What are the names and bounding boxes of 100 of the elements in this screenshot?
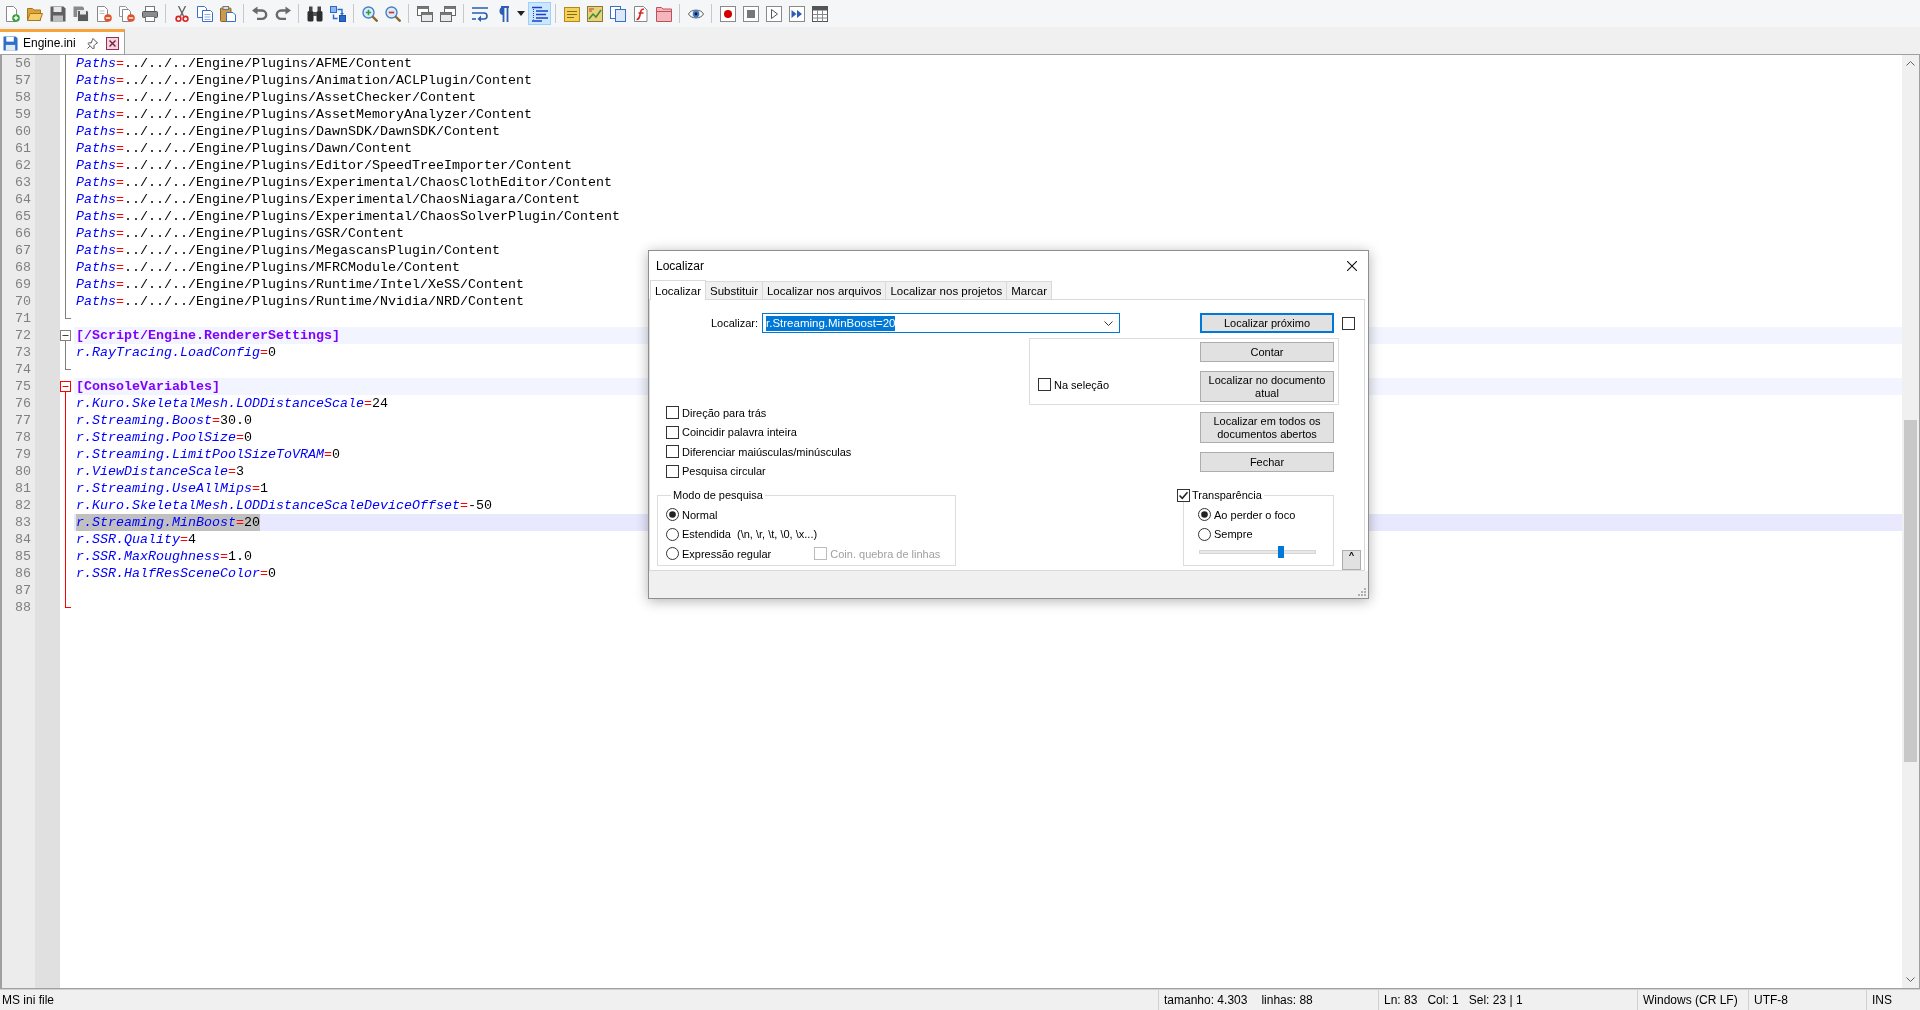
line-number: 83 xyxy=(15,514,31,531)
dialog-button[interactable]: Localizar no documento atual xyxy=(1200,371,1334,402)
line-ending[interactable]: Windows (CR LF) xyxy=(1643,993,1738,1007)
tab[interactable]: Marcar xyxy=(1006,281,1053,299)
dialog-button[interactable]: Contar xyxy=(1200,342,1334,362)
radio-label[interactable]: Ao perder o foco xyxy=(1214,508,1296,521)
group-label: Modo de pesquisa xyxy=(672,488,764,502)
line-number: 85 xyxy=(15,548,31,565)
slider-thumb[interactable] xyxy=(1277,546,1284,558)
line-count: linhas: 88 xyxy=(1261,993,1313,1007)
code-line: [/Script/Engine.RendererSettings] xyxy=(76,327,340,344)
cursor-line: Ln: 83 xyxy=(1384,993,1418,1007)
line-number: 60 xyxy=(15,123,31,140)
code-line: r.ViewDistanceScale=3 xyxy=(76,463,244,480)
checkbox[interactable] xyxy=(1038,378,1051,391)
line-number: 81 xyxy=(15,480,31,497)
line-number: 57 xyxy=(15,72,31,89)
code-line: Paths=../../../Engine/Plugins/AssetChecker/Content xyxy=(76,89,476,106)
checkbox-label[interactable]: Na seleção xyxy=(1054,378,1110,391)
encoding-label[interactable]: UTF-8 xyxy=(1754,993,1788,1007)
line-number: 72 xyxy=(15,327,31,344)
radio-button[interactable] xyxy=(1198,527,1211,541)
tab[interactable]: Substituir xyxy=(705,281,763,299)
line-number: 74 xyxy=(15,361,31,378)
line-number: 82 xyxy=(15,497,31,514)
line-number: 61 xyxy=(15,140,31,157)
checkbox[interactable] xyxy=(666,445,679,459)
radio-label[interactable]: Sempre xyxy=(1214,528,1253,541)
radio-button[interactable] xyxy=(1198,508,1211,522)
line-number: 76 xyxy=(15,395,31,412)
radio-label[interactable]: Normal xyxy=(682,508,718,521)
line-number: 88 xyxy=(15,599,31,616)
pin-icon[interactable] xyxy=(86,37,98,49)
line-number: 84 xyxy=(15,531,31,548)
line-number: 87 xyxy=(15,582,31,599)
line-number: 64 xyxy=(15,191,31,208)
line-number: 79 xyxy=(15,446,31,463)
checkbox-label[interactable]: Coincidir palavra inteira xyxy=(682,426,797,439)
checkbox[interactable] xyxy=(666,406,679,420)
close-icon[interactable] xyxy=(105,36,119,50)
file-tab[interactable]: Engine.ini xyxy=(0,29,125,54)
chevron-down-icon[interactable] xyxy=(1906,977,1915,982)
radio-button[interactable] xyxy=(666,527,679,541)
line-number: 66 xyxy=(15,225,31,242)
dialog-button[interactable]: Localizar em todos os documentos abertos xyxy=(1200,412,1334,443)
chevron-up-icon[interactable] xyxy=(1906,61,1915,66)
checkbox[interactable] xyxy=(666,464,679,478)
checkbox[interactable] xyxy=(1342,316,1355,330)
tab[interactable]: Localizar nos arquivos xyxy=(761,281,887,299)
radio-label[interactable]: Expressão regular xyxy=(682,547,772,560)
code-line: Paths=../../../Engine/Plugins/Experimental/ChaosSolverPlugin/Content xyxy=(76,208,620,225)
tab[interactable]: Localizar nos projetos xyxy=(885,281,1008,299)
line-number: 56 xyxy=(15,55,31,72)
line-number: 63 xyxy=(15,174,31,191)
field-label: Localizar: xyxy=(710,317,758,329)
line-number: 59 xyxy=(15,106,31,123)
code-line: [ConsoleVariables] xyxy=(76,378,220,395)
checkbox-label[interactable]: Pesquisa circular xyxy=(682,465,766,478)
radio-button[interactable] xyxy=(666,547,679,561)
checkbox-label: Coin. quebra de linhas xyxy=(830,547,941,560)
line-number: 68 xyxy=(15,259,31,276)
scrollbar-thumb[interactable] xyxy=(1904,420,1917,762)
checkbox[interactable] xyxy=(666,425,679,439)
file-type-label: MS ini file xyxy=(2,993,54,1007)
caret-down-icon[interactable] xyxy=(517,11,525,16)
collapse-button[interactable]: ˄ xyxy=(1342,550,1361,570)
code-line: r.Streaming.Boost=30.0 xyxy=(76,412,252,429)
code-line: r.Kuro.SkeletalMesh.LODDistanceScaleDeviceOffset=-50 xyxy=(76,497,492,514)
line-number: 69 xyxy=(15,276,31,293)
code-line: r.SSR.HalfResSceneColor=0 xyxy=(76,565,276,582)
radio-label[interactable]: Estendida (\n, \r, \t, \0, \x...) xyxy=(682,528,818,541)
dialog-button[interactable]: Fechar xyxy=(1200,452,1334,472)
code-line: Paths=../../../Engine/Plugins/GSR/Content xyxy=(76,225,404,242)
search-field[interactable]: r.Streaming.MinBoost=20 xyxy=(762,313,1120,333)
line-number: 75 xyxy=(15,378,31,395)
line-number: 62 xyxy=(15,157,31,174)
checkbox-label[interactable]: Transparência xyxy=(1192,488,1262,502)
resize-grip-icon[interactable] xyxy=(1358,588,1366,596)
checkbox-label[interactable]: Direção para trás xyxy=(682,406,767,419)
document-length: tamanho: 4.303 xyxy=(1164,993,1248,1007)
line-number: 77 xyxy=(15,412,31,429)
checkbox-label[interactable]: Diferenciar maiúsculas/minúsculas xyxy=(682,445,852,458)
checkbox[interactable] xyxy=(1177,488,1190,502)
vertical-scrollbar[interactable] xyxy=(1902,55,1919,988)
line-number: 71 xyxy=(15,310,31,327)
radio-button[interactable] xyxy=(666,508,679,522)
code-line: Paths=../../../Engine/Plugins/Runtime/Nvidia/NRD/Content xyxy=(76,293,524,310)
line-number: 58 xyxy=(15,89,31,106)
code-line: Paths=../../../Engine/Plugins/Dawn/Content xyxy=(76,140,412,157)
code-line: Paths=../../../Engine/Plugins/DawnSDK/DawnSDK/Content xyxy=(76,123,500,140)
selection-info: Sel: 23 | 1 xyxy=(1468,993,1523,1007)
tab[interactable]: Localizar xyxy=(650,280,707,300)
line-number: 70 xyxy=(15,293,31,310)
chevron-down-icon[interactable] xyxy=(1104,320,1113,326)
code-line: r.RayTracing.LoadConfig=0 xyxy=(76,344,276,361)
minus-box-icon[interactable] xyxy=(60,330,71,344)
find-next-button[interactable]: Localizar próximo xyxy=(1200,313,1334,333)
line-number: 86 xyxy=(15,565,31,582)
code-line: Paths=../../../Engine/Plugins/Experimental/ChaosNiagara/Content xyxy=(76,191,580,208)
insert-mode: INS xyxy=(1872,993,1892,1007)
